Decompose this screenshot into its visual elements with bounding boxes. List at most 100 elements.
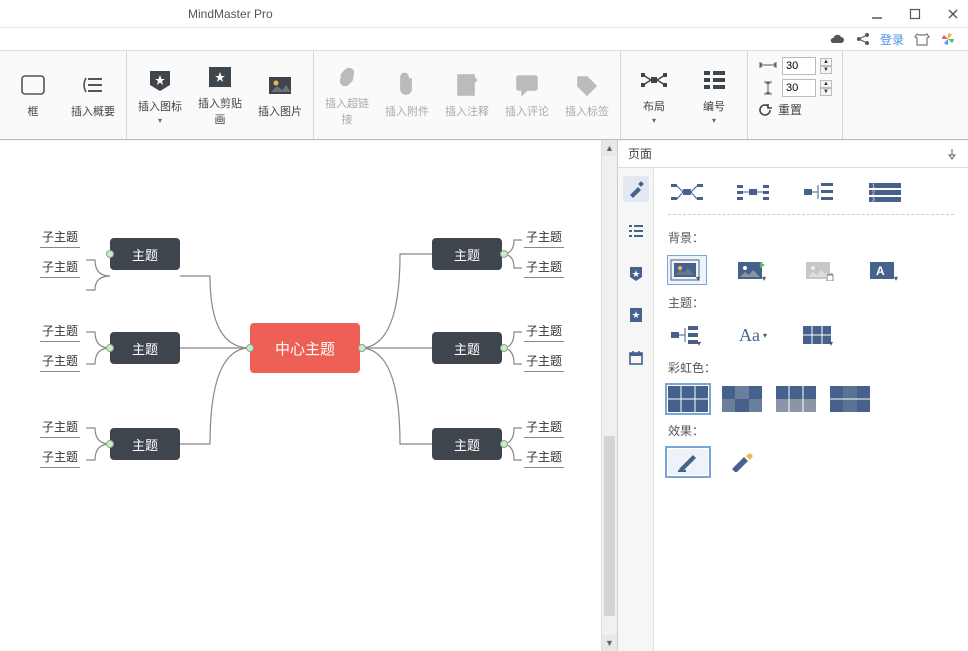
topic-node[interactable]: 主题 bbox=[110, 332, 180, 364]
login-link[interactable]: 登录 bbox=[880, 31, 904, 48]
sidetab-brush[interactable] bbox=[623, 176, 649, 202]
subtopic-node[interactable]: 子主题 bbox=[40, 418, 80, 438]
topic-node[interactable]: 主题 bbox=[432, 332, 502, 364]
scroll-down[interactable]: ▼ bbox=[602, 635, 617, 651]
insert-image-button[interactable]: 插入图片 bbox=[253, 58, 307, 132]
horizontal-spacing-control: ▲▼ bbox=[758, 57, 832, 75]
connector-dot[interactable] bbox=[500, 344, 508, 352]
bg-option-watermark[interactable]: A▾ bbox=[866, 256, 904, 284]
rainbow-swatch-3[interactable] bbox=[776, 386, 816, 412]
layout-style-1[interactable] bbox=[668, 178, 706, 206]
scroll-track[interactable] bbox=[602, 156, 617, 635]
center-topic-node[interactable]: 中心主题 bbox=[250, 323, 360, 373]
insert-attachment-button[interactable]: 插入附件 bbox=[380, 58, 434, 132]
vertical-scrollbar[interactable]: ▲ ▼ bbox=[601, 140, 617, 651]
insert-tag-button[interactable]: 插入标签 bbox=[560, 58, 614, 132]
window-controls bbox=[870, 7, 960, 21]
connector-dot[interactable] bbox=[500, 250, 508, 258]
theme-option-font[interactable]: Aa▾ bbox=[734, 321, 772, 349]
effect-hand[interactable] bbox=[722, 449, 762, 475]
topic-node[interactable]: 主题 bbox=[110, 238, 180, 270]
vspace-input[interactable] bbox=[782, 79, 816, 97]
sidetab-task[interactable] bbox=[623, 344, 649, 370]
subtopic-node[interactable]: 子主题 bbox=[524, 418, 564, 438]
layout-style-4[interactable]: 123 bbox=[866, 178, 904, 206]
rainbow-swatch-2[interactable] bbox=[722, 386, 762, 412]
numbering-button[interactable]: 编号▾ bbox=[687, 58, 741, 132]
connector-dot[interactable] bbox=[106, 250, 114, 258]
layout-style-2[interactable] bbox=[734, 178, 772, 206]
subtopic-node[interactable]: 子主题 bbox=[40, 228, 80, 248]
connector-dot[interactable] bbox=[246, 344, 254, 352]
dropdown-icon: ▾ bbox=[712, 116, 716, 125]
side-panel-title: 页面 bbox=[628, 145, 652, 162]
subtopic-node[interactable]: 子主题 bbox=[40, 352, 80, 372]
rainbow-swatch-4[interactable] bbox=[830, 386, 870, 412]
subtopic-node[interactable]: 子主题 bbox=[524, 448, 564, 468]
vspace-up[interactable]: ▲ bbox=[820, 80, 832, 88]
topic-node[interactable]: 主题 bbox=[432, 238, 502, 270]
scroll-thumb[interactable] bbox=[604, 436, 615, 616]
subtopic-node[interactable]: 子主题 bbox=[524, 352, 564, 372]
maximize-button[interactable] bbox=[908, 7, 922, 21]
connector-dot[interactable] bbox=[500, 440, 508, 448]
minimize-button[interactable] bbox=[870, 7, 884, 21]
tshirt-icon[interactable] bbox=[914, 32, 930, 46]
subtopic-node[interactable]: 子主题 bbox=[40, 322, 80, 342]
scroll-up[interactable]: ▲ bbox=[602, 140, 617, 156]
subtopic-node[interactable]: 子主题 bbox=[524, 258, 564, 278]
topic-node[interactable]: 主题 bbox=[432, 428, 502, 460]
pin-icon[interactable] bbox=[946, 148, 958, 160]
effect-sketch[interactable] bbox=[668, 449, 708, 475]
theme-option-color[interactable]: ▾ bbox=[800, 321, 838, 349]
insert-summary-button[interactable]: 插入概要 bbox=[66, 58, 120, 132]
canvas-area[interactable]: 中心主题 主题 主题 主题 主题 主题 主题 子主题 子主题 子主题 子主题 子… bbox=[0, 140, 618, 651]
clipart-icon bbox=[206, 63, 234, 91]
star-shield-icon bbox=[146, 66, 174, 94]
main-area: 中心主题 主题 主题 主题 主题 主题 主题 子主题 子主题 子主题 子主题 子… bbox=[0, 140, 968, 651]
close-button[interactable] bbox=[946, 7, 960, 21]
insert-clipart-button[interactable]: 插入剪贴画 bbox=[193, 58, 247, 132]
bg-option-image[interactable]: ▾ bbox=[668, 256, 706, 284]
ribbon-group-insert-links: 插入超链接 插入附件 插入注释 插入评论 插入标签 bbox=[314, 51, 621, 139]
layout-button[interactable]: 布局▾ bbox=[627, 58, 681, 132]
insert-icon-button[interactable]: 插入图标▾ bbox=[133, 58, 187, 132]
sidetab-iconlib[interactable] bbox=[623, 260, 649, 286]
subtopic-node[interactable]: 子主题 bbox=[524, 228, 564, 248]
cloud-icon[interactable] bbox=[828, 32, 846, 46]
hspace-input[interactable] bbox=[782, 57, 816, 75]
insert-comment-button[interactable]: 插入评论 bbox=[500, 58, 554, 132]
subtopic-node[interactable]: 子主题 bbox=[524, 322, 564, 342]
vertical-spacing-control: ▲▼ bbox=[758, 79, 832, 97]
vspace-down[interactable]: ▼ bbox=[820, 88, 832, 96]
insert-note-button[interactable]: 插入注释 bbox=[440, 58, 494, 132]
connector-dot[interactable] bbox=[106, 344, 114, 352]
connection-lines bbox=[0, 140, 600, 651]
subtopic-node[interactable]: 子主题 bbox=[40, 448, 80, 468]
insert-hyperlink-button[interactable]: 插入超链接 bbox=[320, 58, 374, 132]
layout-style-3[interactable] bbox=[800, 178, 838, 206]
background-section-label: 背景： bbox=[668, 229, 954, 246]
topic-node[interactable]: 主题 bbox=[110, 428, 180, 460]
side-tabs bbox=[618, 168, 654, 651]
bg-option-remove[interactable] bbox=[800, 256, 838, 284]
sidetab-outline[interactable] bbox=[623, 218, 649, 244]
reset-button[interactable]: 重置 bbox=[758, 101, 802, 118]
insert-frame-button[interactable]: 框 bbox=[6, 58, 60, 132]
connector-dot[interactable] bbox=[106, 440, 114, 448]
share-icon[interactable] bbox=[856, 32, 870, 46]
subtopic-node[interactable]: 子主题 bbox=[40, 258, 80, 278]
note-icon bbox=[453, 71, 481, 99]
vspace-icon bbox=[758, 80, 778, 96]
hspace-down[interactable]: ▼ bbox=[820, 66, 832, 74]
hspace-up[interactable]: ▲ bbox=[820, 58, 832, 66]
connector-dot[interactable] bbox=[358, 344, 366, 352]
rainbow-swatch-1[interactable] bbox=[668, 386, 708, 412]
svg-text:3: 3 bbox=[872, 198, 875, 204]
pinwheel-icon[interactable] bbox=[940, 31, 956, 47]
svg-text:1: 1 bbox=[872, 184, 875, 190]
theme-option-layout[interactable]: ▾ bbox=[668, 321, 706, 349]
sidetab-clipart[interactable] bbox=[623, 302, 649, 328]
bg-option-picture[interactable]: ▾ bbox=[734, 256, 772, 284]
rainbow-swatches bbox=[668, 386, 954, 412]
